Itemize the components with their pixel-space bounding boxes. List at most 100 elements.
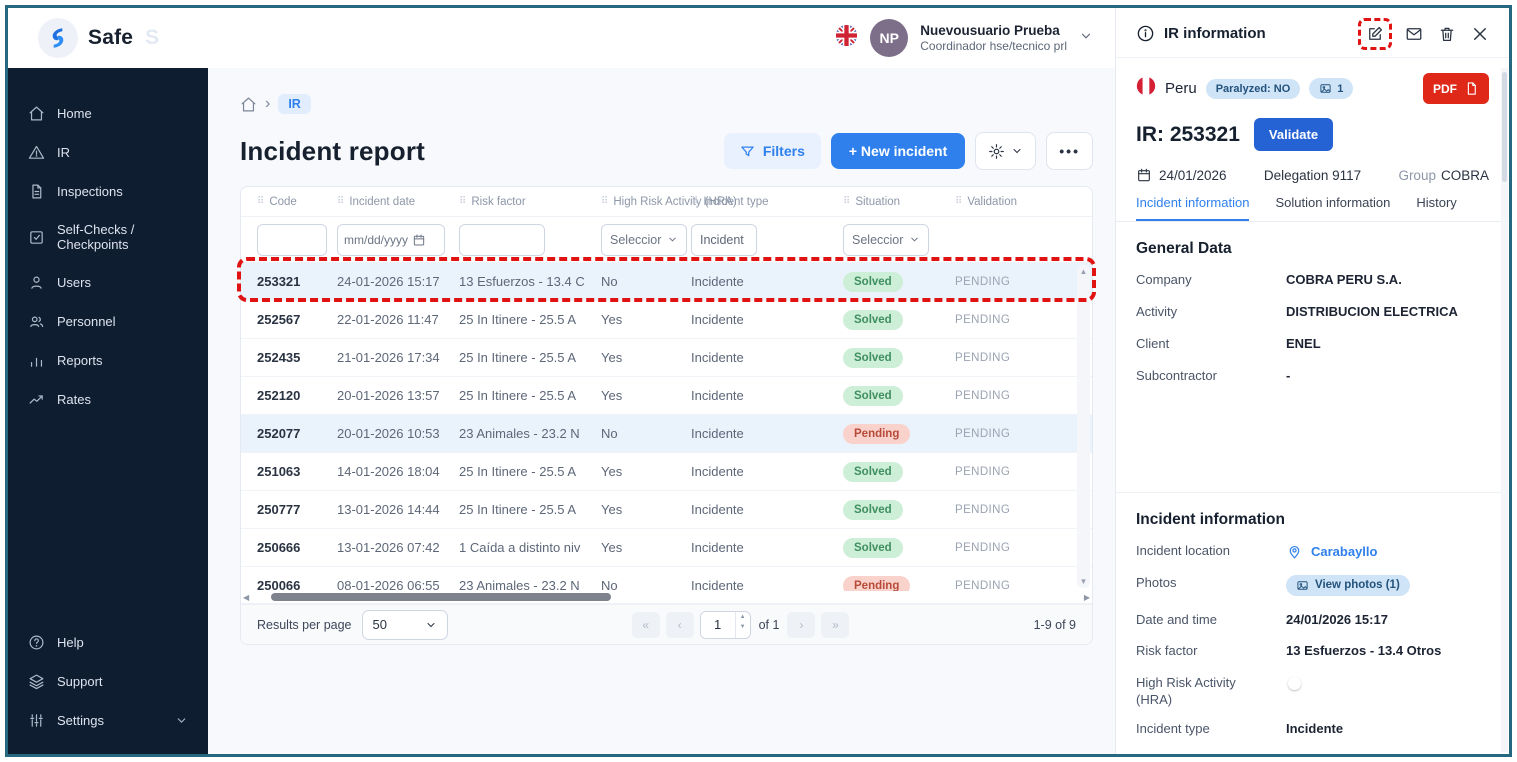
prev-page-button[interactable]: ‹ xyxy=(665,611,694,638)
column-header-risk-factor[interactable]: ⠿ Risk factor xyxy=(459,196,601,208)
more-options-button[interactable]: ••• xyxy=(1046,132,1093,170)
new-incident-button[interactable]: + New incident xyxy=(830,133,966,169)
scroll-up-icon[interactable]: ▲ xyxy=(1080,267,1088,276)
page-up-icon[interactable]: ▲ xyxy=(736,612,750,622)
filters-button[interactable]: Filters xyxy=(723,133,821,169)
sidebar-item-settings[interactable]: Settings xyxy=(8,701,208,740)
sidebar-item-personnel[interactable]: Personnel xyxy=(8,302,208,341)
status-badge: Solved xyxy=(843,309,903,330)
chevron-down-icon xyxy=(911,237,918,242)
sidebar-nav: Home IR Inspections Self-Checks / Checkp… xyxy=(8,94,208,419)
drag-handle-icon[interactable]: ⠿ xyxy=(601,196,608,207)
page-number-input[interactable] xyxy=(700,611,735,638)
next-page-button[interactable]: › xyxy=(787,611,816,638)
risk-factor-filter-input[interactable] xyxy=(459,223,545,256)
horizontal-scrollbar[interactable]: ◀ ▶ xyxy=(241,591,1092,604)
mail-button[interactable] xyxy=(1405,25,1423,43)
sidebar-item-users[interactable]: Users xyxy=(8,263,208,302)
drag-handle-icon[interactable]: ⠿ xyxy=(257,196,264,207)
table-row[interactable]: 252120 20-01-2026 13:57 25 In Itinere - 25… xyxy=(241,377,1092,415)
scroll-left-icon[interactable]: ◀ xyxy=(243,593,249,602)
page-title: Incident report xyxy=(240,135,426,166)
user-name: Nuevousuario Prueba xyxy=(920,22,1060,38)
sidebar-item-rates[interactable]: Rates xyxy=(8,380,208,419)
field-value: COBRA PERU S.A. xyxy=(1286,272,1402,287)
last-page-button[interactable]: » xyxy=(821,611,850,638)
sidebar-item-help[interactable]: Help xyxy=(8,623,208,662)
drag-handle-icon[interactable]: ⠿ xyxy=(459,196,466,207)
edit-icon xyxy=(1369,26,1383,40)
incident-type-filter-input[interactable] xyxy=(691,223,757,256)
panel-scrollbar[interactable] xyxy=(1501,68,1508,752)
sliders-icon xyxy=(30,714,43,727)
table-row[interactable]: 252567 22-01-2026 11:47 25 In Itinere - 25… xyxy=(241,301,1092,339)
field-label: Company xyxy=(1136,272,1192,287)
tab-history[interactable]: History xyxy=(1416,195,1456,221)
user-menu[interactable]: NP Nuevousuario Prueba Coordinador hse/t… xyxy=(835,19,1093,57)
chevron-down-icon[interactable] xyxy=(1079,29,1093,48)
column-header-validation[interactable]: ⠿ Validation xyxy=(955,196,1051,208)
document-icon xyxy=(32,184,42,199)
sidebar-item-home[interactable]: Home xyxy=(8,94,208,133)
column-header-code[interactable]: ⠿ Code xyxy=(241,196,337,208)
section-heading: Incident information xyxy=(1136,510,1285,528)
status-badge: Pending xyxy=(843,423,911,444)
pdf-button[interactable]: PDF xyxy=(1423,73,1489,104)
page-down-icon[interactable]: ▼ xyxy=(736,622,750,632)
vertical-scrollbar[interactable]: ▲ ▼ xyxy=(1077,265,1090,588)
tab-incident-information[interactable]: Incident information xyxy=(1136,195,1250,221)
calendar-icon[interactable] xyxy=(412,233,426,247)
sidebar-item-support[interactable]: Support xyxy=(8,662,208,701)
incident-location-link[interactable]: Carabayllo xyxy=(1286,543,1489,560)
trend-icon xyxy=(29,395,43,404)
drag-handle-icon[interactable]: ⠿ xyxy=(691,196,698,207)
breadcrumb-separator: › xyxy=(265,95,271,112)
sidebar-item-label: Settings xyxy=(57,713,104,728)
page-of-label: of 1 xyxy=(758,617,780,632)
delete-button[interactable] xyxy=(1438,25,1456,43)
sidebar-item-inspections[interactable]: Inspections xyxy=(8,172,208,211)
scrollbar-thumb[interactable] xyxy=(271,593,612,601)
sidebar-item-reports[interactable]: Reports xyxy=(8,341,208,380)
language-flag-icon[interactable] xyxy=(835,24,858,52)
close-button[interactable] xyxy=(1471,25,1489,43)
drag-handle-icon[interactable]: ⠿ xyxy=(337,196,344,207)
page-size-select[interactable]: 50 xyxy=(361,609,448,640)
avatar[interactable]: NP xyxy=(870,19,909,57)
column-header-hra[interactable]: ⠿ High Risk Activity (HRA) xyxy=(601,196,737,208)
sidebar-item-ir[interactable]: IR xyxy=(8,133,208,172)
home-icon[interactable] xyxy=(240,96,257,113)
view-photos-button[interactable]: View photos (1) xyxy=(1286,574,1410,596)
table-row[interactable]: 251063 14-01-2026 18:04 25 In Itinere - 25… xyxy=(241,453,1092,491)
column-header-situation[interactable]: ⠿ Situation xyxy=(843,196,955,208)
user-icon xyxy=(31,276,42,289)
sidebar-item-self-checks[interactable]: Self-Checks / Checkpoints xyxy=(8,211,208,263)
table-row[interactable]: 250066 08-01-2026 06:55 23 Animales - 23.2… xyxy=(241,567,1092,591)
gear-icon xyxy=(989,143,1005,159)
table-row[interactable]: 252077 20-01-2026 10:53 23 Animales - 23.2… xyxy=(241,415,1092,453)
edit-button[interactable] xyxy=(1366,25,1384,43)
drag-handle-icon[interactable]: ⠿ xyxy=(955,196,962,207)
table-row[interactable]: 250777 13-01-2026 14:44 25 In Itinere - 25… xyxy=(241,491,1092,529)
situation-filter-select[interactable]: Seleccior xyxy=(843,223,929,256)
field-value: 24/01/2026 15:17 xyxy=(1286,611,1388,627)
photos-count-badge[interactable]: 1 xyxy=(1309,78,1354,99)
breadcrumb-current[interactable]: IR xyxy=(278,94,311,114)
column-header-incident-type[interactable]: ⠿ Incident type xyxy=(691,196,843,208)
scroll-down-icon[interactable]: ▼ xyxy=(1080,577,1088,586)
drag-handle-icon[interactable]: ⠿ xyxy=(843,196,850,207)
field-value: Incidente xyxy=(1286,721,1344,737)
app-logo: Safe S xyxy=(38,18,159,58)
column-header-incident-date[interactable]: ⠿ Incident date xyxy=(337,196,459,208)
table-row[interactable]: 250666 13-01-2026 07:42 1 Caída a distinto… xyxy=(241,529,1092,567)
validate-button[interactable]: Validate xyxy=(1253,118,1334,151)
table-row[interactable]: 253321 24-01-2026 15:17 13 Esfuerzos - 13.… xyxy=(241,263,1092,301)
table-row[interactable]: 252435 21-01-2026 17:34 25 In Itinere - 25… xyxy=(241,339,1092,377)
hra-filter-select[interactable]: Seleccior xyxy=(601,223,687,256)
table-settings-button[interactable] xyxy=(975,132,1037,170)
tab-solution-information[interactable]: Solution information xyxy=(1275,195,1390,221)
code-filter-input[interactable] xyxy=(257,223,327,256)
first-page-button[interactable]: « xyxy=(631,611,660,638)
scroll-right-icon[interactable]: ▶ xyxy=(1084,593,1090,602)
date-filter-input[interactable]: mm/dd/yyyy xyxy=(337,223,445,256)
